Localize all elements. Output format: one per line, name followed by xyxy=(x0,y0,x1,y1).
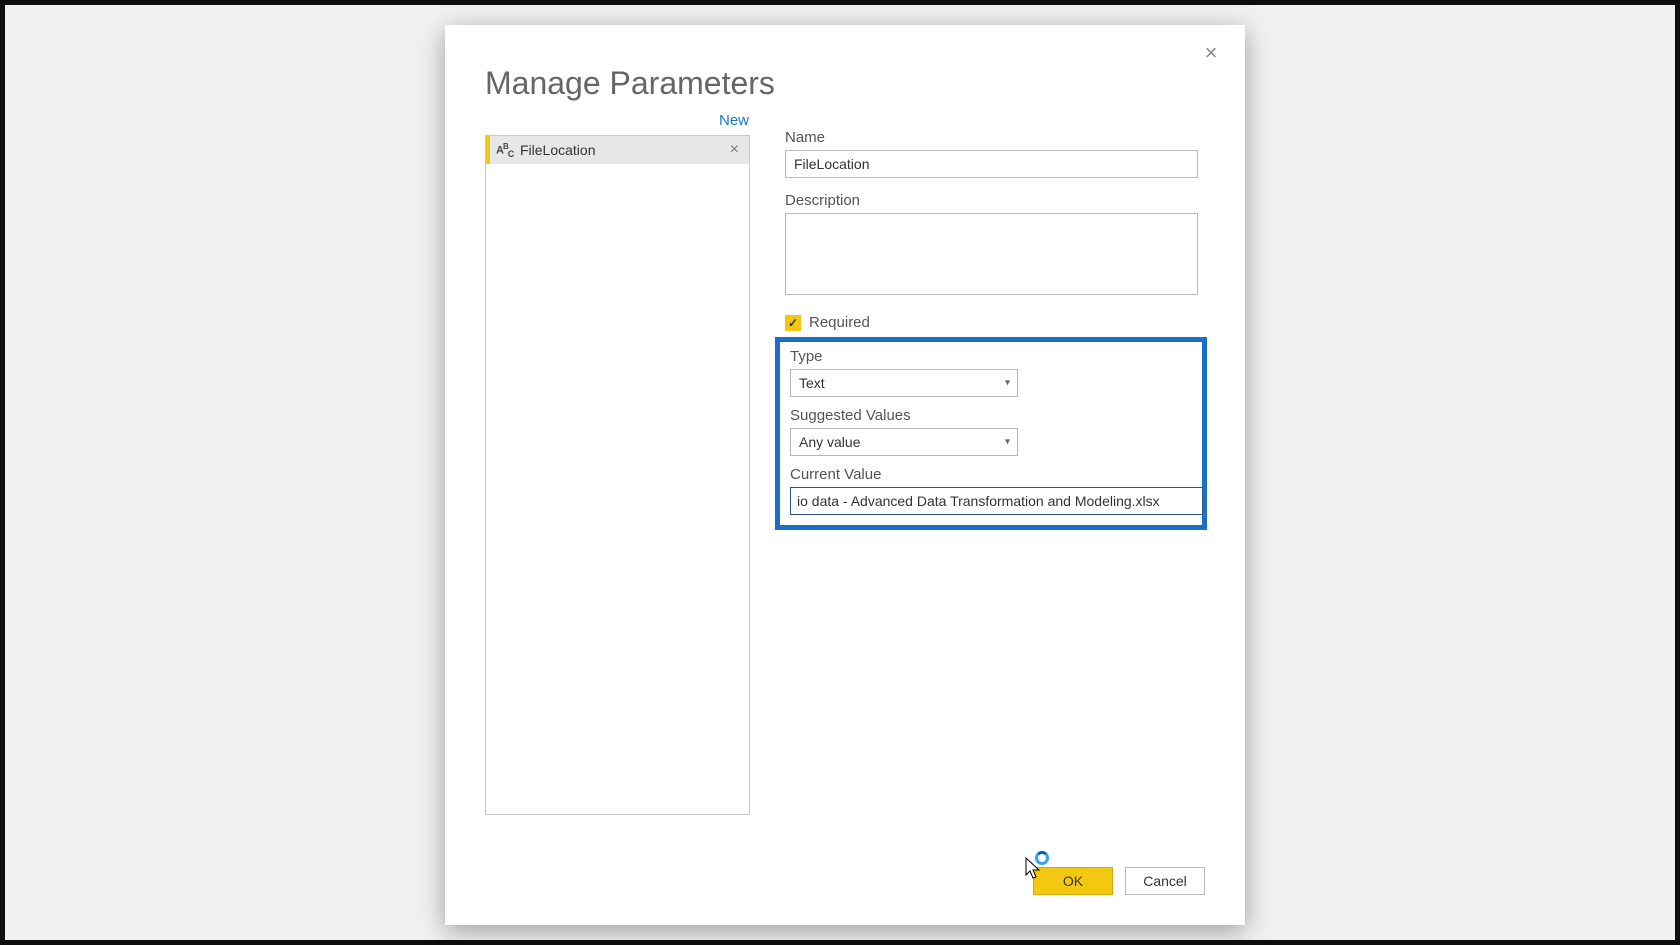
required-checkbox[interactable]: ✓ xyxy=(785,315,801,331)
cancel-button-label: Cancel xyxy=(1143,873,1187,889)
suggested-values-dropdown-value: Any value xyxy=(790,428,1018,456)
highlighted-settings-box: Type Text ▾ Suggested Values Any value ▾… xyxy=(775,337,1207,530)
dialog-title: Manage Parameters xyxy=(485,65,775,102)
suggested-values-dropdown[interactable]: Any value ▾ xyxy=(790,428,1018,456)
parameter-list-panel: New ABC FileLocation × xyxy=(485,135,750,815)
current-value-field-group: Current Value xyxy=(790,466,1192,515)
suggested-values-field-group: Suggested Values Any value ▾ xyxy=(790,407,1192,456)
type-field-group: Type Text ▾ xyxy=(790,348,1192,397)
description-field-group: Description xyxy=(785,192,1210,300)
close-icon: × xyxy=(1205,40,1218,65)
name-label: Name xyxy=(785,129,1210,146)
required-row: ✓ Required xyxy=(785,314,1210,331)
cancel-button[interactable]: Cancel xyxy=(1125,867,1205,895)
description-label: Description xyxy=(785,192,1210,209)
current-value-input[interactable] xyxy=(790,487,1203,515)
text-type-icon: ABC xyxy=(496,142,518,159)
name-input[interactable] xyxy=(785,150,1198,178)
current-value-label: Current Value xyxy=(790,466,1192,483)
close-icon: × xyxy=(730,141,739,158)
suggested-values-label: Suggested Values xyxy=(790,407,1192,424)
remove-parameter-button[interactable]: × xyxy=(726,141,743,159)
dialog-footer: OK Cancel xyxy=(1033,867,1205,895)
ok-button-label: OK xyxy=(1063,873,1083,889)
parameter-form: Name Description ✓ Required Type Text ▾ xyxy=(785,129,1210,530)
manage-parameters-dialog: × Manage Parameters New ABC FileLocation… xyxy=(445,25,1245,925)
name-field-group: Name xyxy=(785,129,1210,178)
description-input[interactable] xyxy=(785,213,1198,295)
type-dropdown[interactable]: Text ▾ xyxy=(790,369,1018,397)
type-label: Type xyxy=(790,348,1192,365)
ok-button[interactable]: OK xyxy=(1033,867,1113,895)
parameter-list-item[interactable]: ABC FileLocation × xyxy=(486,136,749,164)
close-button[interactable]: × xyxy=(1195,37,1227,69)
app-background: × Manage Parameters New ABC FileLocation… xyxy=(0,0,1680,945)
required-label: Required xyxy=(809,314,870,331)
new-parameter-link[interactable]: New xyxy=(719,112,749,129)
parameter-item-label: FileLocation xyxy=(518,142,726,158)
type-dropdown-value: Text xyxy=(790,369,1018,397)
